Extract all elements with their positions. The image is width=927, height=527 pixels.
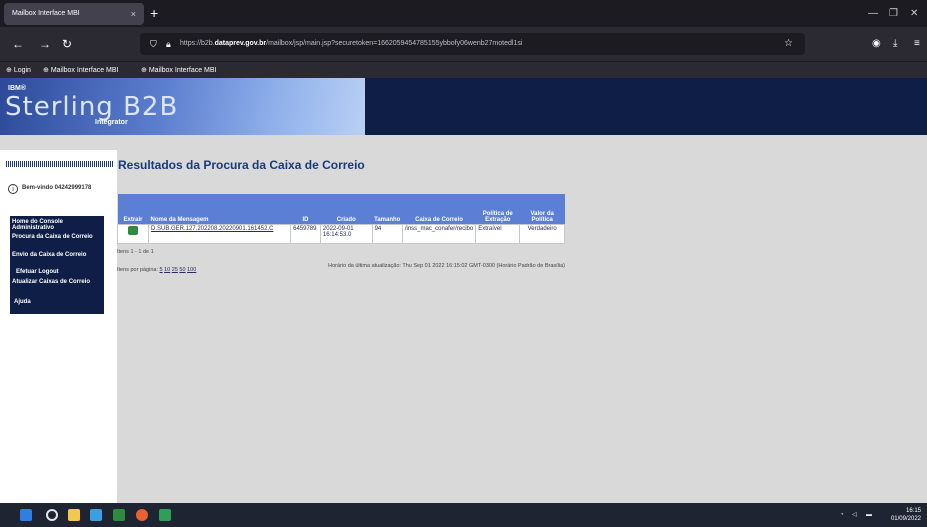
extract-cell (117, 224, 149, 244)
battery-icon[interactable]: ▬ (866, 503, 872, 527)
message-id: 6459789 (290, 224, 321, 244)
pocket-icon[interactable]: ◉ (872, 27, 881, 61)
tab-title: Mailbox Interface MBI (12, 10, 80, 17)
clock-date: 01/09/2022 (890, 516, 921, 522)
bookmark-mailbox-2[interactable]: ⊕ Mailbox Interface MBI (141, 62, 217, 79)
col-extract-policy[interactable]: Política de Extração (475, 194, 520, 225)
sidebar: i Bem-vindo 04242999178 Home do Console … (0, 150, 117, 503)
bookmark-mailbox-1[interactable]: ⊕ Mailbox Interface MBI (43, 62, 119, 79)
per-page-100[interactable]: 100 (187, 267, 196, 273)
decorative-stripe (6, 161, 113, 167)
sidebar-menu: Home do Console Administrativo Procura d… (10, 216, 104, 314)
per-page-10[interactable]: 10 (164, 267, 170, 273)
product-subtitle: Integrator (95, 119, 128, 126)
search-icon[interactable] (46, 509, 58, 521)
extract-icon[interactable] (127, 226, 138, 235)
globe-icon: ⊕ (141, 67, 149, 74)
back-icon[interactable]: ← (12, 27, 24, 61)
col-created[interactable]: Criado (320, 194, 373, 225)
sidebar-item-home-console[interactable]: Home do Console Administrativo (12, 219, 104, 231)
sidebar-item-mailbox-search[interactable]: Procura da Caixa de Correio (12, 234, 104, 240)
wifi-icon[interactable]: ◔ (840, 503, 844, 527)
table-header-row: Extrair Nome da Mensagem ID Criado Taman… (117, 194, 565, 225)
bookmark-login[interactable]: ⊕ Login (6, 62, 31, 79)
browser-nav-bar: ← → ↻ ⛉ 🔒︎ https://b2b.dataprev.gov.br/m… (0, 27, 927, 61)
bookmarks-bar: ⊕ Login ⊕ Mailbox Interface MBI ⊕ Mailbo… (0, 61, 927, 79)
user-icon: i (8, 184, 18, 194)
sidebar-item-mailbox-send[interactable]: Envio da Caixa de Correio (12, 252, 104, 258)
download-icon[interactable]: ⤓ (893, 27, 897, 61)
globe-icon: ⊕ (6, 67, 14, 74)
col-message-name[interactable]: Nome da Mensagem (148, 194, 291, 225)
per-page-selector: Itens por página: 5 10 25 50 100 (117, 267, 196, 273)
close-window-icon[interactable]: ✕ (910, 0, 918, 27)
sterling-logo: IBM® Sterling B2B Integrator (0, 78, 365, 135)
menu-icon[interactable]: ≡ (914, 27, 920, 61)
minimize-icon[interactable]: — (868, 0, 878, 27)
browser-tab-bar: Mailbox Interface MBI × + — ❐ ✕ (0, 0, 927, 27)
per-page-25[interactable]: 25 (172, 267, 178, 273)
message-policy: Extraível (475, 224, 521, 244)
new-tab-button[interactable]: + (150, 2, 158, 24)
message-size: 94 (371, 224, 403, 244)
taskbar-clock[interactable]: 16:15 01/09/2022 (891, 507, 921, 523)
welcome-text: Bem-vindo 04242999178 (22, 185, 92, 191)
web-page: IBM® Sterling B2B Integrator i Bem-vindo… (0, 78, 927, 503)
windows-start-icon[interactable] (20, 509, 32, 521)
per-page-50[interactable]: 50 (179, 267, 185, 273)
firefox-icon[interactable] (136, 509, 148, 521)
clock-time: 16:15 (905, 508, 921, 514)
message-policy-value: Verdadeiro (519, 224, 565, 244)
bookmark-star-icon[interactable]: ☆ (784, 33, 793, 55)
col-mailbox[interactable]: Caixa de Correio (402, 194, 476, 225)
sidebar-item-refresh-mailboxes[interactable]: Atualizar Caixas de Correio (12, 279, 104, 285)
message-name-link[interactable]: D.SUB.GER.127.202208.20220901.161452.C (147, 224, 292, 244)
globe-icon: ⊕ (43, 67, 51, 74)
app-icon[interactable] (159, 509, 171, 521)
results-table: Extrair Nome da Mensagem ID Criado Taman… (117, 194, 565, 244)
message-mailbox: /inss_mac_conafer/recibo (401, 224, 477, 244)
ibm-label: IBM® (8, 85, 26, 92)
table-row: D.SUB.GER.127.202208.20220901.161452.C 6… (117, 224, 565, 244)
address-bar[interactable]: ⛉ 🔒︎ https://b2b.dataprev.gov.br/mailbox… (140, 33, 805, 55)
tab-close-icon[interactable]: × (131, 3, 136, 25)
reload-icon[interactable]: ↻ (62, 27, 72, 61)
main-content: Resultados da Procura da Caixa de Correi… (117, 150, 927, 503)
excel-icon[interactable] (113, 509, 125, 521)
product-name: Sterling B2B (5, 92, 179, 122)
taskbar: ◔ ◁ ▬ 16:15 01/09/2022 (0, 503, 927, 527)
forward-icon[interactable]: → (39, 27, 51, 61)
header-banner: IBM® Sterling B2B Integrator (0, 78, 927, 135)
col-size[interactable]: Tamanho (372, 194, 403, 225)
col-extract: Extrair (117, 194, 149, 225)
url-text: https://b2b.dataprev.gov.br/mailbox/jsp/… (180, 40, 523, 47)
sidebar-item-help[interactable]: Ajuda (14, 299, 106, 305)
col-id[interactable]: ID (290, 194, 321, 225)
items-count: Itens 1 - 1 de 1 (117, 249, 154, 255)
browser-tab[interactable]: Mailbox Interface MBI × (4, 3, 144, 25)
page-title: Resultados da Procura da Caixa de Correi… (118, 158, 365, 172)
file-explorer-icon[interactable] (68, 509, 80, 521)
edge-icon[interactable] (90, 509, 102, 521)
message-created: 2022-09-01 16:14:53.0 (319, 224, 373, 244)
per-page-label: Itens por página: (117, 267, 158, 273)
last-update-text: Horário da última atualização: Thu Sep 0… (328, 263, 565, 269)
shield-icon[interactable]: ⛉ (150, 33, 157, 55)
per-page-5[interactable]: 5 (160, 267, 163, 273)
restore-icon[interactable]: ❐ (889, 0, 898, 27)
volume-icon[interactable]: ◁ (852, 503, 857, 527)
lock-icon[interactable]: 🔒︎ (166, 33, 171, 55)
sidebar-item-logout[interactable]: Efetuar Logout (16, 269, 108, 275)
col-policy-value[interactable]: Valor da Política (519, 194, 565, 225)
